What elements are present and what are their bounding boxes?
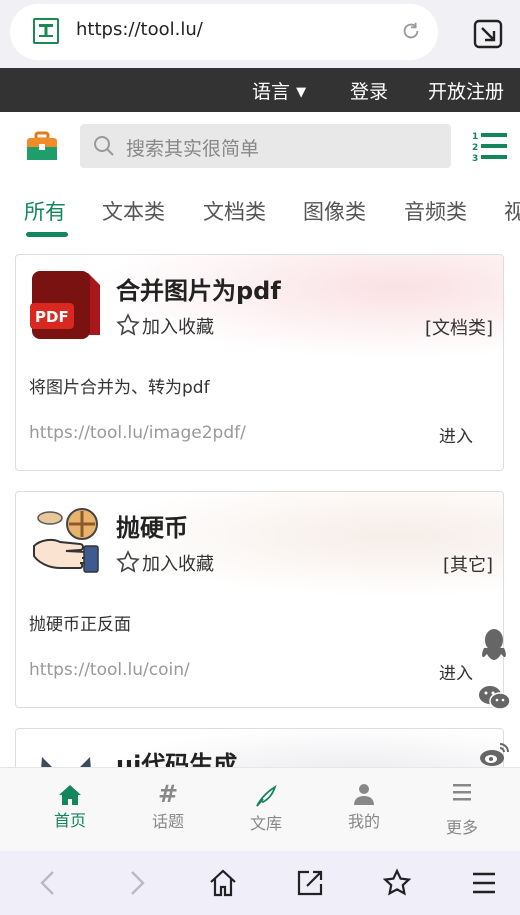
wechat-icon[interactable]	[478, 684, 510, 712]
tool-url[interactable]: https://tool.lu/image2pdf/	[29, 423, 246, 443]
tab-text[interactable]: 文本类	[102, 196, 165, 226]
reload-icon[interactable]	[400, 20, 422, 42]
share-icon[interactable]	[295, 868, 325, 898]
nav-library[interactable]: 文库	[214, 768, 318, 852]
favorite-button[interactable]: 加入收藏	[116, 550, 214, 576]
category-label[interactable]: [文档类]	[425, 314, 493, 340]
category-tabs: 所有 文本类 文档类 图像类 音频类 视	[0, 190, 520, 240]
numbered-list-icon[interactable]: 1 2 3	[472, 130, 508, 162]
address-bar[interactable]	[10, 4, 438, 60]
nav-profile[interactable]: 我的	[312, 768, 416, 852]
star-icon	[116, 313, 140, 336]
back-icon[interactable]	[34, 868, 64, 898]
menu-icon[interactable]	[469, 868, 499, 898]
enter-button[interactable]: 进入	[439, 659, 473, 684]
tab-video[interactable]: 视	[504, 196, 520, 226]
browser-bottom-bar	[0, 851, 520, 915]
tool-description: 将图片合并为、转为pdf	[29, 378, 210, 398]
top-navigation: 语言 ▼ 登录 开放注册	[0, 68, 520, 112]
url-text[interactable]: https://tool.lu/	[76, 19, 203, 40]
toolbox-logo-icon[interactable]	[26, 130, 58, 162]
tab-document[interactable]: 文档类	[203, 196, 266, 226]
tool-title[interactable]: 合并图片为pdf	[116, 271, 281, 306]
weibo-icon[interactable]	[478, 740, 510, 768]
svg-text:1: 1	[472, 132, 478, 142]
tool-card[interactable]: 抛硬币 加入收藏 [其它] 抛硬币正反面 https://tool.lu/coi…	[15, 491, 504, 708]
search-input[interactable]: 搜索其实很简单	[126, 134, 259, 161]
minimize-window-icon[interactable]	[472, 18, 504, 50]
hash-icon: #	[157, 780, 179, 808]
language-menu[interactable]: 语言 ▼	[252, 77, 306, 104]
login-link[interactable]: 登录	[350, 77, 388, 104]
forward-icon[interactable]	[121, 868, 151, 898]
tool-url[interactable]: https://tool.lu/coin/	[29, 660, 190, 680]
home-icon	[59, 785, 81, 805]
star-icon	[116, 550, 140, 573]
coin-toss-icon	[33, 508, 99, 573]
bottom-app-nav: 首页 # 话题 文库 我的 更多	[0, 767, 520, 851]
nav-more[interactable]: 更多	[410, 768, 514, 852]
nav-home[interactable]: 首页	[18, 768, 122, 852]
tool-card[interactable]: PDF 合并图片为pdf 加入收藏 [文档类] 将图片合并为、转为pdf htt…	[15, 254, 504, 471]
register-link[interactable]: 开放注册	[428, 77, 504, 104]
tab-audio[interactable]: 音频类	[404, 196, 467, 226]
nav-topics[interactable]: # 话题	[116, 768, 220, 852]
search-icon	[94, 136, 114, 156]
tab-image[interactable]: 图像类	[303, 196, 366, 226]
svg-text:3: 3	[472, 154, 478, 162]
menu-icon	[453, 784, 471, 801]
category-label[interactable]: [其它]	[443, 551, 493, 577]
caret-down-icon: ▼	[296, 85, 307, 100]
tab-all[interactable]: 所有	[24, 196, 66, 226]
search-box[interactable]: 搜索其实很简单	[80, 124, 451, 168]
svg-text:PDF: PDF	[35, 308, 69, 326]
svg-text:2: 2	[472, 143, 478, 153]
browser-toolbar: https://tool.lu/	[0, 0, 520, 68]
user-icon	[354, 784, 374, 805]
active-tab-indicator	[26, 232, 68, 237]
qq-icon[interactable]	[480, 628, 508, 662]
enter-button[interactable]: 进入	[439, 422, 473, 447]
home-icon[interactable]	[208, 868, 238, 898]
site-favicon-icon	[33, 18, 59, 44]
favorite-button[interactable]: 加入收藏	[116, 313, 214, 339]
quill-icon	[256, 784, 277, 807]
pdf-file-icon: PDF	[30, 271, 100, 339]
tool-title[interactable]: 抛硬币	[116, 508, 188, 543]
bookmark-star-icon[interactable]	[382, 868, 412, 898]
tool-description: 抛硬币正反面	[29, 615, 131, 635]
